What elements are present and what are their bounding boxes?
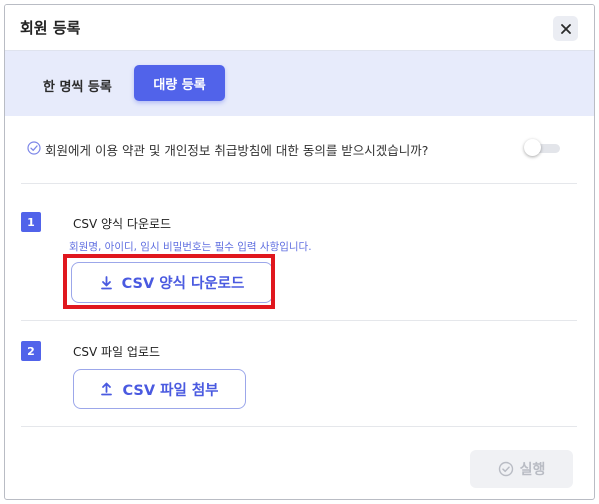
step-2-title: CSV 파일 업로드 — [73, 345, 161, 359]
tab-bulk-register[interactable]: 대량 등록 — [134, 65, 225, 101]
consent-row: 회원에게 이용 약관 및 개인정보 취급방침에 대한 동의를 받으시겠습니까? — [27, 136, 573, 160]
divider — [21, 183, 577, 184]
step-1-badge: 1 — [21, 212, 41, 232]
consent-question: 회원에게 이용 약관 및 개인정보 취급방침에 대한 동의를 받으시겠습니까? — [45, 143, 429, 158]
divider — [21, 426, 577, 427]
run-label: 실행 — [519, 462, 546, 478]
step-1-description: 회원명, 아이디, 임시 비밀번호는 필수 입력 사항입니다. — [69, 241, 312, 253]
consent-toggle[interactable] — [524, 139, 560, 156]
csv-file-attach-label: CSV 파일 첨부 — [122, 382, 219, 399]
toggle-knob — [524, 139, 541, 156]
close-button[interactable] — [553, 16, 578, 41]
member-register-dialog: 회원 등록 한 명씩 등록 대량 등록 회원에게 이용 약관 및 개인정보 취급… — [4, 4, 595, 500]
run-button[interactable]: 실행 — [470, 450, 573, 488]
csv-file-attach-button[interactable]: CSV 파일 첨부 — [73, 369, 246, 409]
step-1-title: CSV 양식 다운로드 — [73, 217, 172, 231]
divider — [21, 320, 577, 321]
check-circle-icon — [498, 461, 513, 477]
upload-icon — [101, 382, 113, 396]
step-2-badge: 2 — [21, 341, 41, 361]
tab-single-register[interactable]: 한 명씩 등록 — [43, 76, 112, 95]
close-icon — [560, 23, 571, 34]
dialog-header: 회원 등록 — [5, 5, 594, 49]
check-circle-icon — [27, 141, 41, 155]
highlight-annotation — [63, 254, 275, 309]
registration-tabs: 한 명씩 등록 대량 등록 — [5, 50, 594, 116]
dialog-title: 회원 등록 — [20, 19, 81, 37]
